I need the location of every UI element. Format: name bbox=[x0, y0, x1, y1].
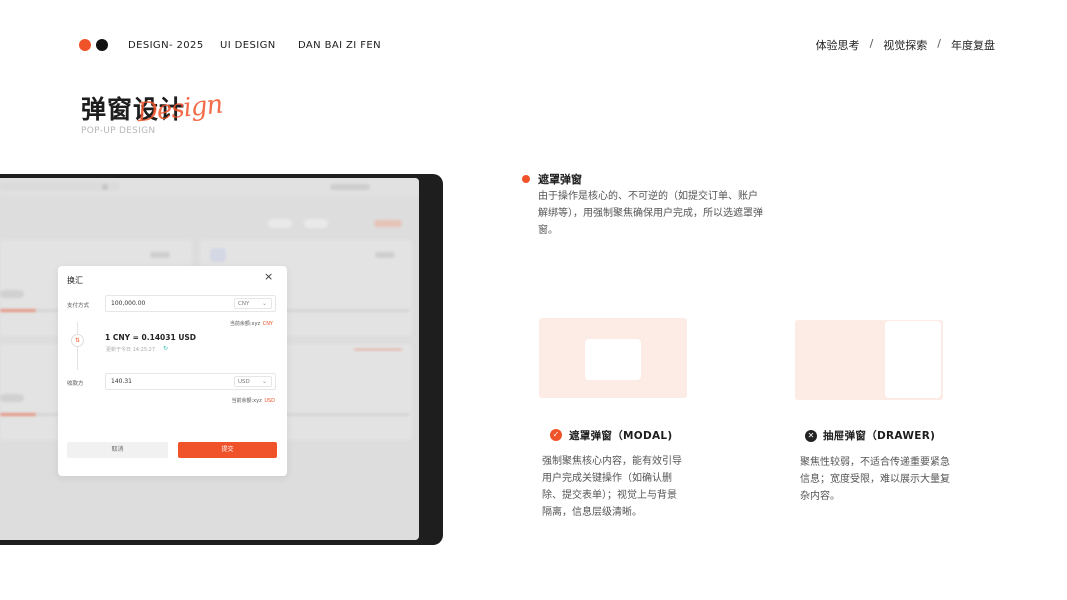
option-modal-description: 强制聚焦核心内容，能有效引导用户完成关键操作（如确认删除、提交表单）；视觉上与背… bbox=[542, 456, 682, 518]
page-subtitle: POP-UP DESIGN bbox=[81, 126, 156, 136]
cancel-button[interactable]: 取消 bbox=[67, 442, 168, 458]
modal-title: 换汇 bbox=[67, 276, 83, 285]
breadcrumb-separator: / bbox=[869, 37, 874, 50]
breadcrumb: 体验思考 / 视觉探索 / 年度复盘 bbox=[816, 37, 995, 53]
cross-icon: ✕ bbox=[805, 430, 817, 442]
nav-ui-design[interactable]: UI DESIGN bbox=[220, 40, 276, 51]
breadcrumb-item-review[interactable]: 年度复盘 bbox=[951, 37, 995, 53]
submit-button[interactable]: 提交 bbox=[178, 442, 277, 458]
receive-currency-value: USD bbox=[238, 379, 250, 385]
breadcrumb-item-thinking[interactable]: 体验思考 bbox=[816, 37, 860, 53]
close-icon[interactable]: × bbox=[264, 271, 273, 282]
pay-currency-value: CNY bbox=[238, 301, 250, 307]
exchange-modal: 换汇 × 支付方式 100,000.00 CNY ⌄ 当前余额:xyz CNY … bbox=[58, 266, 287, 476]
pay-amount-value: 100,000.00 bbox=[111, 300, 146, 307]
pay-balance-currency: CNY bbox=[262, 321, 273, 327]
check-icon: ✓ bbox=[550, 429, 562, 441]
breadcrumb-separator: / bbox=[937, 37, 941, 50]
drawer-illustration bbox=[795, 320, 943, 400]
section-bullet bbox=[522, 175, 530, 183]
nav-dan-bai-zi-fen[interactable]: DAN BAI ZI FEN bbox=[298, 40, 381, 51]
breadcrumb-item-visual[interactable]: 视觉探索 bbox=[883, 37, 927, 53]
pay-balance: 当前余额:xyz CNY bbox=[230, 320, 273, 327]
brand-dot-black bbox=[96, 39, 108, 51]
rate-updated-time: 更新于今日 14:25:27 bbox=[106, 347, 156, 353]
refresh-icon[interactable]: ↻ bbox=[163, 345, 168, 352]
receive-amount-input[interactable]: 140.31 USD ⌄ bbox=[105, 373, 276, 390]
pay-amount-input[interactable]: 100,000.00 CNY ⌄ bbox=[105, 295, 276, 312]
exchange-rate: 1 CNY = 0.14031 USD bbox=[105, 333, 197, 342]
receiver-label: 收款方 bbox=[67, 381, 84, 387]
receive-amount-value: 140.31 bbox=[111, 378, 132, 385]
chevron-down-icon: ⌄ bbox=[261, 378, 267, 385]
brand-dots bbox=[79, 39, 108, 51]
receive-balance-currency: USD bbox=[264, 398, 275, 404]
pay-method-label: 支付方式 bbox=[67, 303, 90, 309]
receive-balance-prefix: 当前余额:xyz bbox=[231, 398, 262, 404]
modal-illustration-box bbox=[585, 339, 641, 380]
option-modal-title: 遮罩弹窗（MODAL) bbox=[569, 430, 673, 442]
chevron-down-icon: ⌄ bbox=[261, 300, 267, 307]
receive-currency-select[interactable]: USD ⌄ bbox=[234, 376, 272, 387]
nav-design-2025[interactable]: DESIGN- 2025 bbox=[128, 40, 204, 51]
drawer-illustration-panel bbox=[885, 321, 941, 398]
option-drawer-description: 聚焦性较弱，不适合传递重要紧急信息；宽度受限，难以展示大量复杂内容。 bbox=[800, 457, 950, 502]
modal-illustration bbox=[539, 318, 687, 398]
receive-balance: 当前余额:xyz USD bbox=[231, 397, 275, 404]
option-drawer-title: 抽屉弹窗（DRAWER) bbox=[823, 430, 936, 442]
pay-balance-prefix: 当前余额:xyz bbox=[229, 321, 261, 327]
brand-dot-orange bbox=[79, 39, 91, 51]
section-title: 遮罩弹窗 bbox=[538, 173, 582, 186]
section-description: 由于操作是核心的、不可逆的（如提交订单、账户解绑等），用强制聚焦确保用户完成，所… bbox=[538, 191, 763, 236]
swap-icon[interactable]: ⇅ bbox=[71, 334, 84, 347]
pay-currency-select[interactable]: CNY ⌄ bbox=[234, 298, 272, 309]
